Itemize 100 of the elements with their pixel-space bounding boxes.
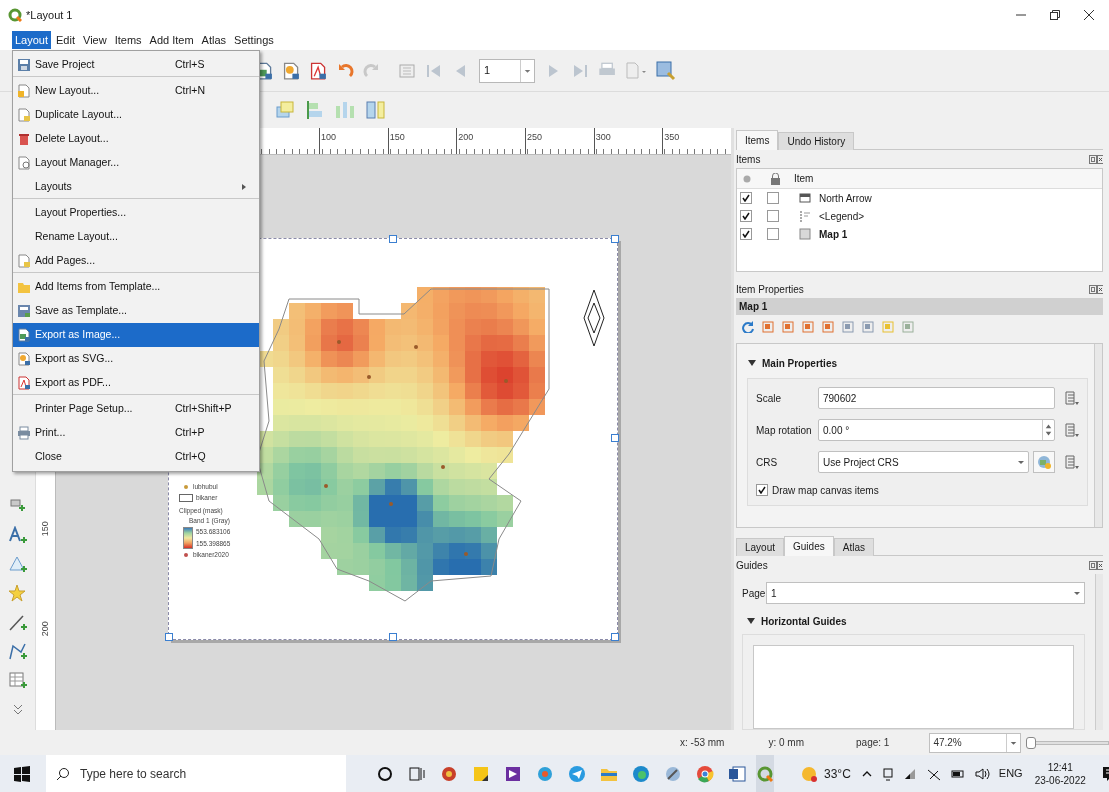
menu-item[interactable]: Save Project Ctrl+S	[13, 53, 259, 77]
app-icon[interactable]	[536, 764, 554, 783]
word-icon[interactable]	[728, 764, 746, 783]
align-items-icon[interactable]	[306, 100, 324, 120]
map-scale-icon[interactable]	[822, 321, 834, 333]
windows-start-icon[interactable]	[14, 765, 30, 782]
crs-dropdown[interactable]: Use Project CRS	[818, 451, 1029, 473]
input-field[interactable]: 790602	[818, 387, 1055, 409]
expand-triangle-icon[interactable]	[747, 358, 757, 368]
cortana-icon[interactable]	[376, 764, 394, 783]
taskbar-app-button[interactable]	[756, 755, 774, 792]
lock-checkbox[interactable]	[767, 228, 779, 240]
float-panel-icon[interactable]	[1089, 284, 1097, 294]
input-field[interactable]: 0.00 °	[818, 419, 1055, 441]
menu-item[interactable]: Export as PDF...	[13, 371, 259, 395]
app-icon[interactable]	[440, 764, 458, 783]
tray-device-icon[interactable]	[882, 766, 893, 781]
zoom-dropdown[interactable]: 47.2%	[929, 732, 1022, 753]
refresh-icon[interactable]	[742, 321, 754, 333]
lock-checkbox[interactable]	[767, 210, 779, 222]
tab[interactable]: Undo History	[778, 132, 855, 150]
add-polyline-icon[interactable]	[7, 642, 28, 662]
item-label[interactable]: <Legend>	[817, 208, 867, 224]
data-defined-override-icon[interactable]	[1063, 390, 1079, 406]
menu-item[interactable]: Export as SVG...	[13, 347, 259, 371]
telegram-icon[interactable]	[568, 764, 586, 783]
tab[interactable]: Atlas	[833, 538, 874, 556]
menu-item[interactable]: Layout Manager...	[13, 151, 259, 175]
task-view-icon[interactable]	[408, 764, 426, 783]
close-panel-icon[interactable]	[1097, 560, 1103, 570]
map-scale-icon[interactable]	[802, 321, 814, 333]
scrollbar[interactable]	[1094, 344, 1102, 527]
app-icon[interactable]	[504, 764, 522, 783]
menu-item[interactable]: Save as Template...	[13, 299, 259, 323]
tab[interactable]: Items	[736, 130, 779, 150]
add-text-icon[interactable]	[7, 526, 28, 546]
item-label[interactable]: Map 1	[817, 226, 850, 242]
taskbar-search-field[interactable]: Type here to search	[46, 755, 346, 792]
visibility-checkbox[interactable]	[740, 192, 752, 204]
menu-item[interactable]: Print... Ctrl+P	[13, 421, 259, 445]
chrome-browser-icon[interactable]	[696, 764, 714, 783]
crs-selector-button[interactable]	[1033, 451, 1055, 473]
menu-item[interactable]: Export as Image...	[13, 323, 259, 347]
menu-item[interactable]: Layout	[12, 31, 52, 49]
menu-item[interactable]: Rename Layout...	[13, 225, 259, 249]
weather-sun-icon[interactable]	[800, 764, 818, 783]
close-panel-icon[interactable]	[1097, 154, 1103, 164]
tab[interactable]: Guides	[784, 536, 834, 556]
add-table-icon[interactable]	[7, 671, 28, 691]
checkbox[interactable]	[756, 484, 768, 496]
menu-item[interactable]: Settings	[231, 31, 277, 49]
add-triangle-icon[interactable]	[7, 555, 28, 575]
speaker-icon[interactable]	[974, 766, 991, 781]
float-panel-icon[interactable]	[1089, 154, 1097, 164]
data-defined-override-icon[interactable]	[1063, 422, 1079, 438]
menu-item[interactable]: Close Ctrl+Q	[13, 445, 259, 469]
map-extent-icon[interactable]	[782, 321, 794, 333]
add-star-icon[interactable]	[7, 584, 28, 604]
view-icon[interactable]	[862, 321, 874, 333]
lock-checkbox[interactable]	[767, 192, 779, 204]
tab[interactable]: Layout	[736, 538, 785, 556]
resize-items-icon[interactable]	[366, 100, 386, 120]
page-spinbox[interactable]: 1	[479, 58, 535, 83]
maximize-icon[interactable]	[1049, 9, 1061, 21]
menu-item[interactable]: View	[80, 31, 110, 49]
close-icon[interactable]	[1083, 9, 1095, 21]
menu-item[interactable]: Delete Layout...	[13, 127, 259, 151]
visibility-checkbox[interactable]	[740, 210, 752, 222]
menu-item[interactable]: Printer Page Setup... Ctrl+Shift+P	[13, 397, 259, 421]
zoom-full-icon[interactable]	[656, 60, 676, 81]
menu-item[interactable]: Layouts	[13, 175, 259, 199]
menu-item[interactable]: Add Item	[146, 31, 197, 49]
data-defined-override-icon[interactable]	[1063, 454, 1079, 470]
visibility-checkbox[interactable]	[740, 228, 752, 240]
pdf-icon[interactable]	[309, 61, 327, 80]
page-dropdown[interactable]: 1	[766, 582, 1085, 604]
menu-item[interactable]: New Layout... Ctrl+N	[13, 79, 259, 103]
item-label[interactable]: North Arrow	[817, 190, 874, 206]
menu-item[interactable]: Layout Properties...	[13, 201, 259, 225]
menu-item[interactable]: Items	[111, 31, 145, 49]
close-panel-icon[interactable]	[1097, 284, 1103, 294]
edge-browser-icon[interactable]	[632, 764, 650, 783]
menu-item[interactable]: Add Items from Template...	[13, 275, 259, 299]
zoom-slider-handle[interactable]	[1025, 736, 1036, 749]
image-export-icon[interactable]	[282, 61, 300, 80]
scrollbar[interactable]	[1095, 574, 1103, 730]
map-extent-icon[interactable]	[762, 321, 774, 333]
menu-item[interactable]: Edit	[53, 31, 78, 49]
add-line-icon[interactable]	[7, 613, 28, 633]
undo-icon[interactable]	[336, 61, 354, 80]
bookmark-icon[interactable]	[842, 321, 854, 333]
sticky-notes-icon[interactable]	[472, 764, 490, 783]
layers-icon[interactable]	[902, 321, 914, 333]
menu-item[interactable]: Add Pages...	[13, 249, 259, 273]
float-panel-icon[interactable]	[1089, 560, 1097, 570]
raise-items-icon[interactable]	[276, 100, 296, 120]
app-icon[interactable]	[664, 764, 682, 783]
menu-item[interactable]: Atlas	[198, 31, 230, 49]
menu-item[interactable]: Duplicate Layout...	[13, 103, 259, 127]
expand-triangle-icon[interactable]	[746, 616, 756, 626]
